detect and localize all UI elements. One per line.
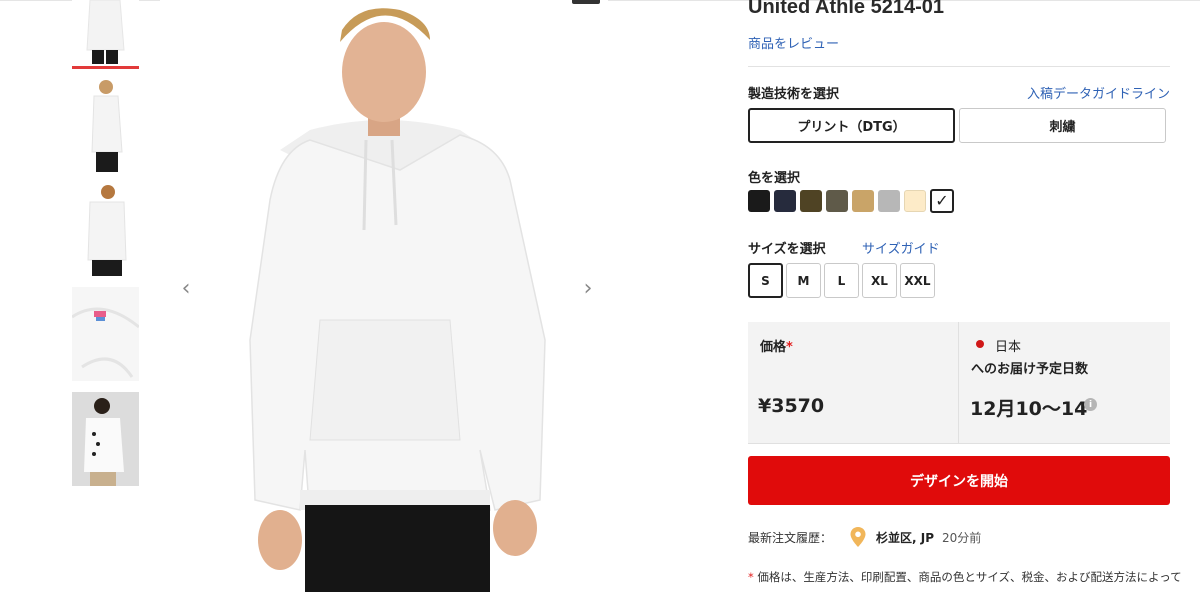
recent-order-time: 20分前 — [942, 531, 982, 545]
size-option-l[interactable]: L — [824, 263, 859, 298]
price-note: * 価格は、生産方法、印刷配置、商品の色とサイズ、税金、および配送方法によって — [748, 569, 1182, 585]
chevron-left-icon[interactable]: ‹ — [175, 278, 197, 300]
japan-flag-icon — [976, 340, 984, 348]
size-guide-link[interactable]: サイズガイド — [862, 238, 940, 257]
review-product-link[interactable]: 商品をレビュー — [748, 33, 839, 52]
color-swatch-khaki[interactable] — [826, 190, 848, 212]
recent-order-label: 最新注文履歴： — [748, 531, 833, 545]
thumbnail-side-model[interactable] — [72, 78, 139, 172]
thumbnail-back-model[interactable] — [72, 182, 139, 276]
product-title: United Athle 5214-01 — [748, 0, 944, 18]
technique-option-dtg[interactable]: プリント（DTG） — [748, 108, 955, 143]
start-design-button[interactable]: デザインを開始 — [748, 456, 1170, 505]
technique-option-embroidery[interactable]: 刺繍 — [959, 108, 1166, 143]
color-swatch-gray[interactable] — [878, 190, 900, 212]
size-option-xl[interactable]: XL — [862, 263, 897, 298]
color-swatch-navy[interactable] — [774, 190, 796, 212]
price-delivery-box: 価格* ¥3570 日本 へのお届け予定日数 12月10〜14 i — [748, 322, 1170, 444]
divider — [958, 322, 959, 444]
required-mark: * — [786, 340, 793, 355]
color-label: 色を選択 — [748, 171, 801, 186]
size-label: サイズを選択 — [748, 242, 826, 257]
upload-guideline-link[interactable]: 入稿データガイドライン — [1027, 83, 1170, 102]
color-swatch-olive[interactable] — [800, 190, 822, 212]
size-option-s[interactable]: S — [748, 263, 783, 298]
size-option-m[interactable]: M — [786, 263, 821, 298]
size-option-xxl[interactable]: XXL — [900, 263, 935, 298]
technique-label: 製造技術を選択 — [748, 87, 840, 102]
thumbnail-detail-closeup[interactable] — [72, 287, 139, 381]
thumbnail-front-model[interactable] — [72, 0, 139, 69]
main-product-image — [160, 0, 608, 592]
chevron-right-icon[interactable]: › — [577, 278, 599, 300]
check-icon: ✓ — [935, 191, 949, 210]
color-swatch-sand[interactable] — [852, 190, 874, 212]
location-pin-icon — [850, 527, 866, 547]
info-icon[interactable]: i — [1084, 398, 1097, 411]
color-swatch-black[interactable] — [748, 190, 770, 212]
thumbnail-female-model[interactable] — [72, 392, 139, 486]
color-swatch-white-selected[interactable]: ✓ — [930, 189, 954, 213]
recent-order-location: 杉並区, JP — [876, 531, 934, 545]
color-swatch-cream[interactable] — [904, 190, 926, 212]
image-toolbar-marker — [572, 0, 600, 4]
price-label-text: 価格 — [760, 340, 787, 355]
price-label: 価格* — [760, 336, 793, 355]
delivery-country[interactable]: 日本 — [995, 336, 1021, 355]
delivery-label: へのお届け予定日数 — [971, 362, 1089, 377]
divider — [748, 66, 1170, 67]
price-value: ¥3570 — [758, 395, 825, 417]
note-text: 価格は、生産方法、印刷配置、商品の色とサイズ、税金、および配送方法によって — [753, 570, 1182, 584]
delivery-date-range: 12月10〜14 — [970, 398, 1088, 420]
